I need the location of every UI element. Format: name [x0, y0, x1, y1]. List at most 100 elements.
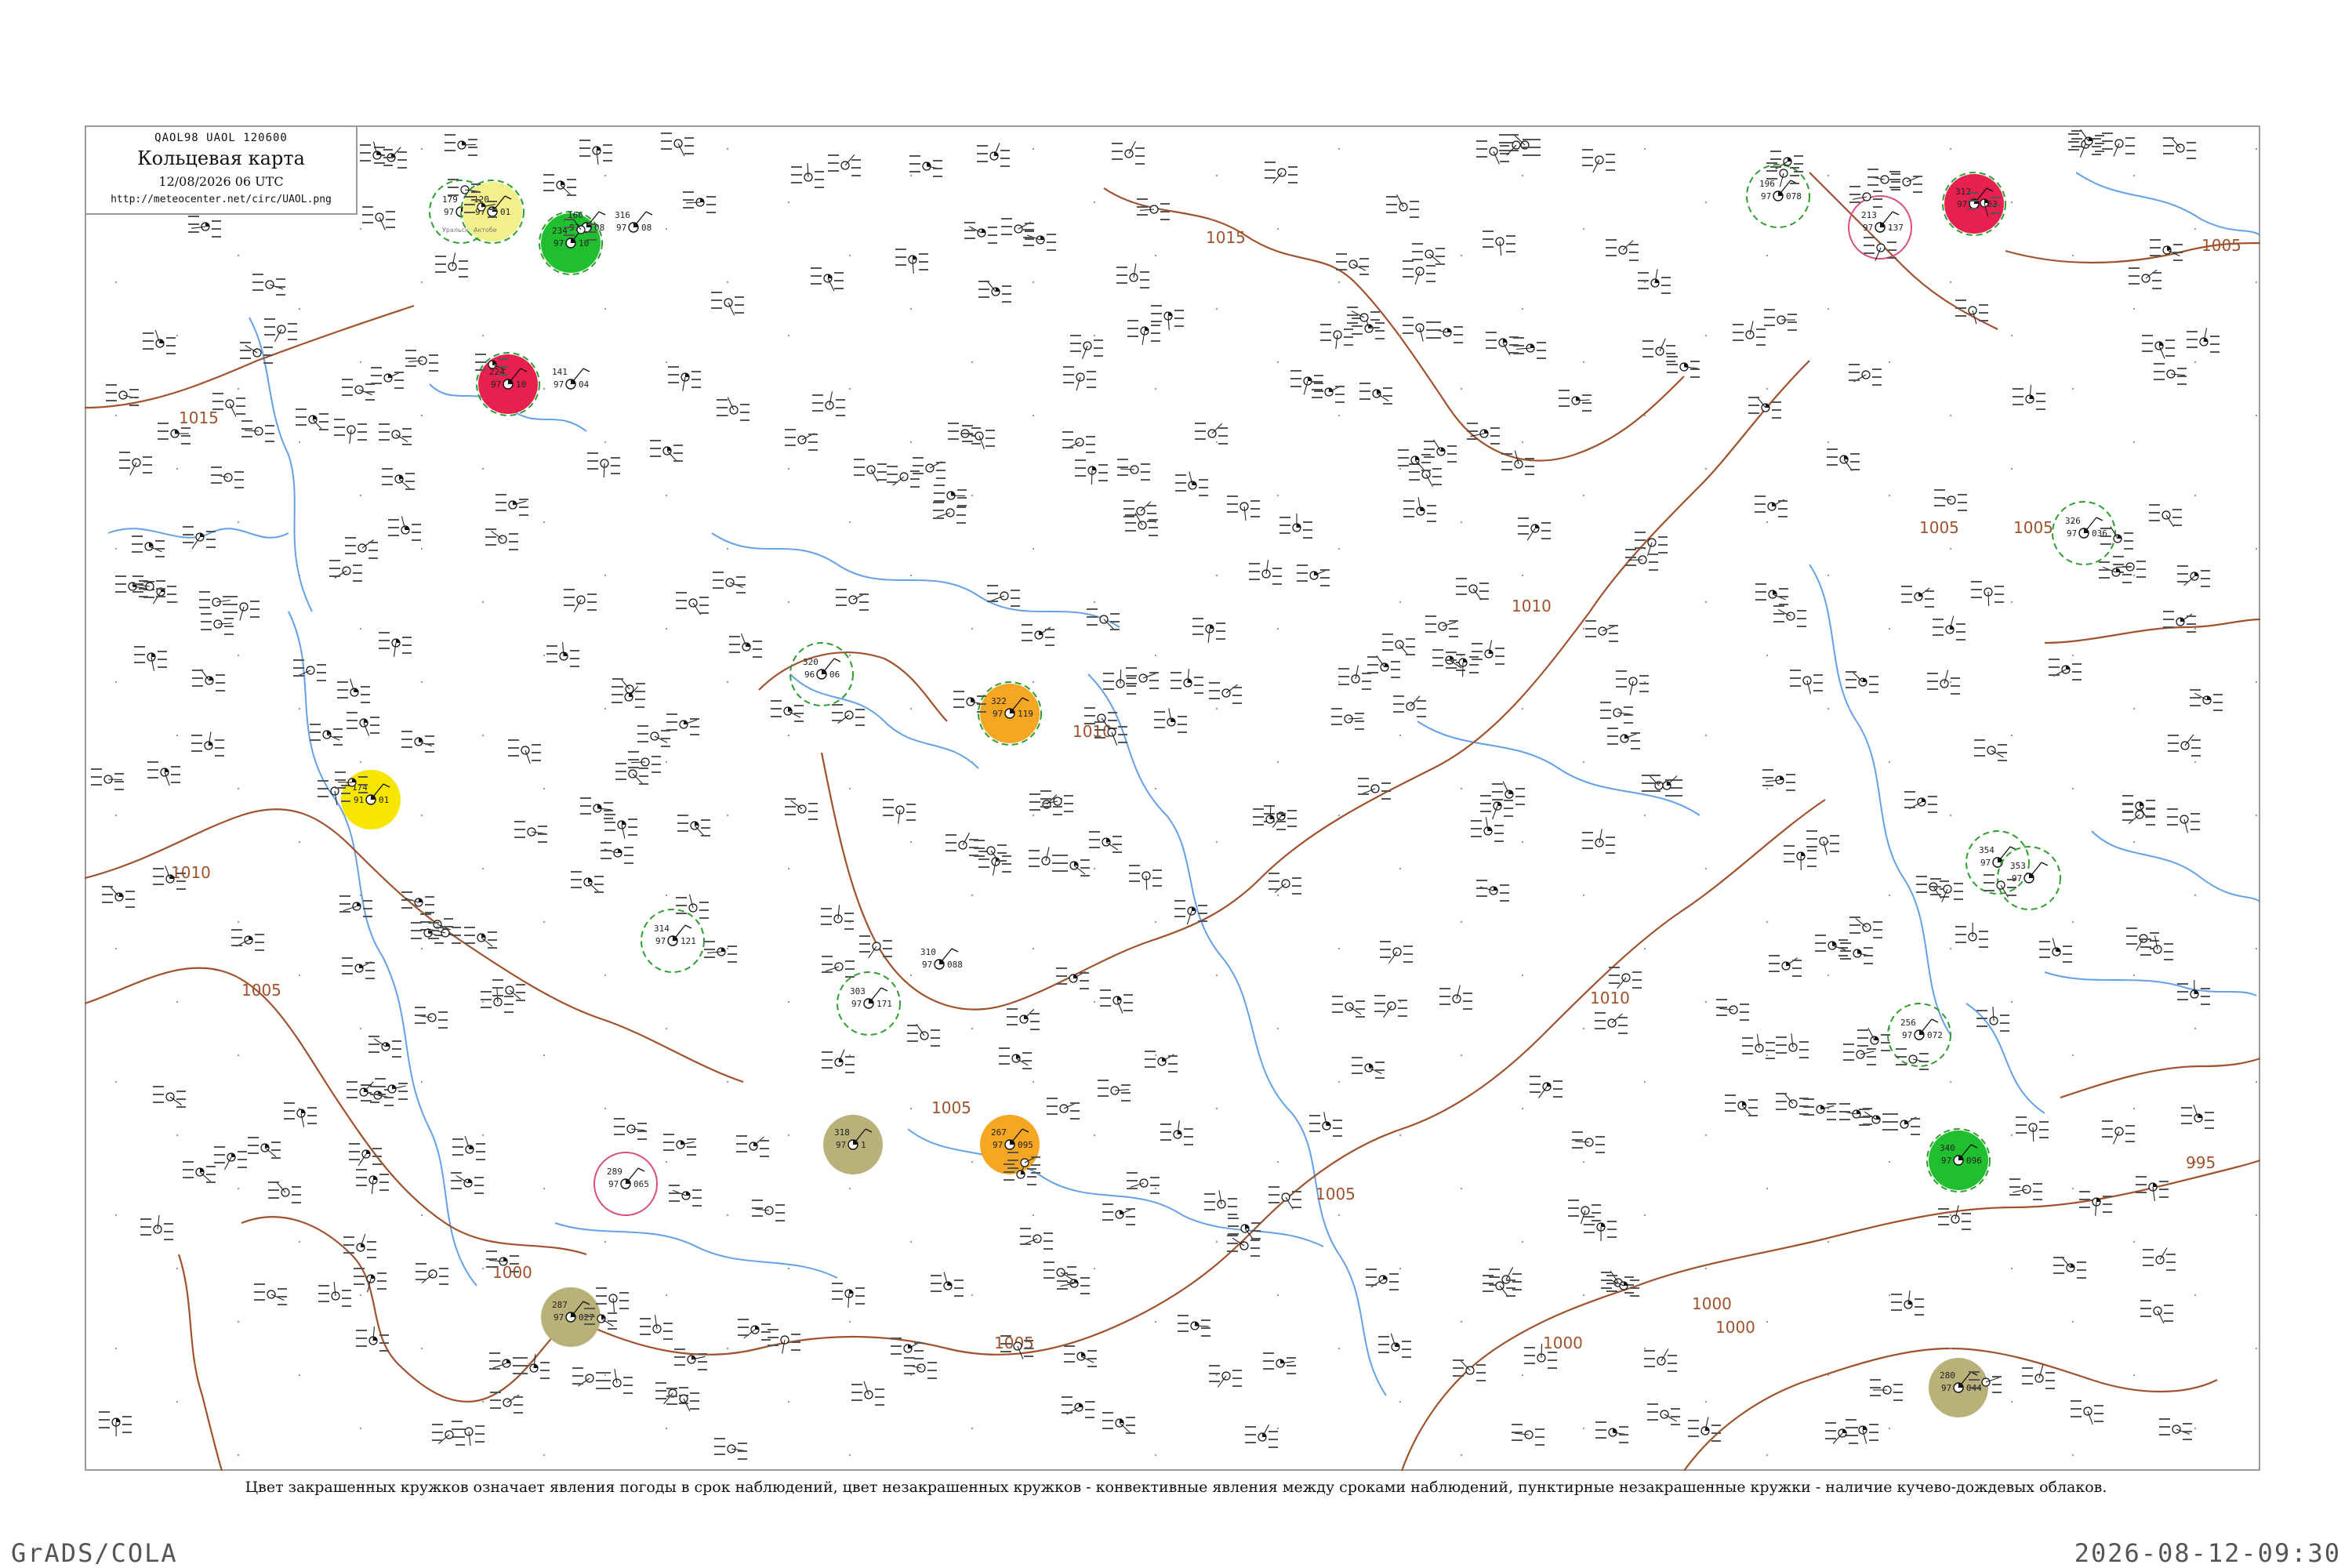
glyph-mark [1647, 1403, 1658, 1405]
station-plot[interactable]: 26797 095 [980, 1115, 1040, 1174]
glyph-mark [1807, 850, 1817, 851]
glyph-mark [1199, 479, 1208, 481]
station-plot[interactable]: 34097 096 [1926, 1128, 1991, 1192]
glyph-mark [2173, 252, 2183, 253]
glyph-mark [1417, 716, 1426, 717]
glyph-mark [1635, 532, 1646, 533]
station-symbol [1616, 670, 1649, 695]
glyph-mark [655, 1382, 666, 1384]
grid-dot [1827, 1374, 1830, 1377]
station-symbol [91, 768, 124, 790]
glyph-mark [572, 1375, 583, 1377]
glyph-mark [1896, 1048, 1907, 1050]
glyph-mark [1149, 535, 1158, 536]
station-plot[interactable]: 23497 10 [539, 211, 603, 275]
glyph-mark [234, 471, 244, 473]
glyph-mark [1265, 169, 1276, 171]
glyph-mark [1788, 314, 1797, 315]
station-symbol [368, 1036, 401, 1058]
station-pressure: 119 [1018, 709, 1033, 719]
glyph-mark [1790, 175, 1799, 176]
glyph-mark [445, 134, 456, 136]
glyph-mark [2009, 1178, 2020, 1180]
station-symbol [485, 528, 518, 550]
glyph-mark [1772, 417, 1781, 419]
glyph-mark [224, 633, 234, 635]
glyph-mark [1110, 629, 1120, 630]
glyph-mark [296, 416, 307, 418]
grid-dot [665, 760, 668, 764]
station-plot[interactable]: 32297 119 [978, 681, 1042, 746]
station-plot[interactable]: 14197 04 [552, 367, 590, 390]
glyph-mark [1375, 1062, 1385, 1063]
glyph-mark [499, 366, 508, 368]
glyph-mark [1406, 654, 1415, 655]
glyph-mark [1755, 495, 1766, 497]
isobar-line [1354, 281, 1575, 462]
glyph-mark [254, 1291, 265, 1293]
glyph-mark [1595, 1421, 1606, 1423]
glyph-mark [2102, 140, 2113, 142]
glyph-mark [1813, 674, 1823, 676]
station-symbol [2102, 1120, 2135, 1145]
isobar-value-label: 1005 [1316, 1185, 1356, 1203]
glyph-mark [2000, 1014, 2009, 1016]
station-plot[interactable]: 30397 171 [837, 971, 901, 1036]
glyph-mark [1398, 457, 1409, 459]
station-symbol [713, 572, 746, 593]
glyph-mark [1175, 482, 1186, 484]
glyph-mark [2016, 1116, 2027, 1118]
glyph-mark [669, 1192, 680, 1194]
grid-dot [1521, 974, 1524, 977]
station-plot[interactable]: 35397 [1997, 846, 2061, 910]
glyph-mark [1630, 1279, 1639, 1281]
glyph-mark [1509, 336, 1519, 338]
glyph-mark [401, 891, 412, 893]
glyph-mark [216, 674, 225, 676]
glyph-mark [167, 586, 176, 587]
glyph-mark [1000, 150, 1010, 151]
grid-dot [2071, 1320, 2074, 1323]
grid-dot [298, 574, 301, 577]
station-plot[interactable]: 28997 065 [593, 1152, 658, 1216]
glyph-mark [729, 636, 740, 637]
glyph-mark [1052, 862, 1062, 864]
glyph-mark [1432, 484, 1442, 485]
station-plot[interactable]: 31897 1 [823, 1115, 883, 1174]
glyph-mark [1402, 1348, 1411, 1350]
grid-dot [1460, 1320, 1463, 1323]
glyph-mark [448, 187, 459, 188]
glyph-mark [2129, 275, 2140, 277]
glyph-mark [1150, 1185, 1160, 1186]
glyph-mark [1352, 333, 1363, 335]
grid-dot [787, 1000, 790, 1004]
glyph-mark [1873, 929, 1882, 931]
glyph-mark [624, 847, 633, 848]
grid-dot [1949, 281, 1952, 284]
glyph-mark [1595, 1028, 1606, 1029]
glyph-mark [339, 903, 350, 905]
grid-dot [1338, 681, 1341, 684]
station-pressure-tendency: 91 [354, 795, 364, 805]
map-canvas[interactable]: 10151010100510009951015101010101005 10051… [85, 125, 2260, 1471]
station-pressure: 04 [579, 379, 590, 390]
station-plot[interactable]: 31697 08 [615, 210, 653, 233]
glyph-mark [895, 249, 906, 250]
glyph-mark [1047, 1098, 1058, 1099]
glyph-mark [1504, 815, 1513, 817]
grid-dot [176, 334, 179, 337]
glyph-mark [153, 876, 164, 877]
station-plot[interactable]: 32697 036 [2052, 501, 2116, 565]
station-plot[interactable]: 31097 088 [920, 947, 963, 970]
glyph-mark [997, 860, 1007, 862]
glyph-mark [358, 431, 367, 433]
glyph-mark [1770, 158, 1781, 160]
source-url[interactable]: http://meteocenter.net/circ/UAOL.png [86, 194, 356, 205]
isobar-line [85, 304, 415, 409]
station-plot[interactable]: 31497 121 [641, 909, 705, 973]
glyph-mark [851, 159, 861, 161]
glyph-mark [1178, 731, 1187, 733]
station-plot[interactable]: 19697 078 [1746, 164, 1810, 228]
glyph-mark [540, 1377, 550, 1379]
station-plot[interactable]: 31297 063 [1942, 172, 2006, 236]
